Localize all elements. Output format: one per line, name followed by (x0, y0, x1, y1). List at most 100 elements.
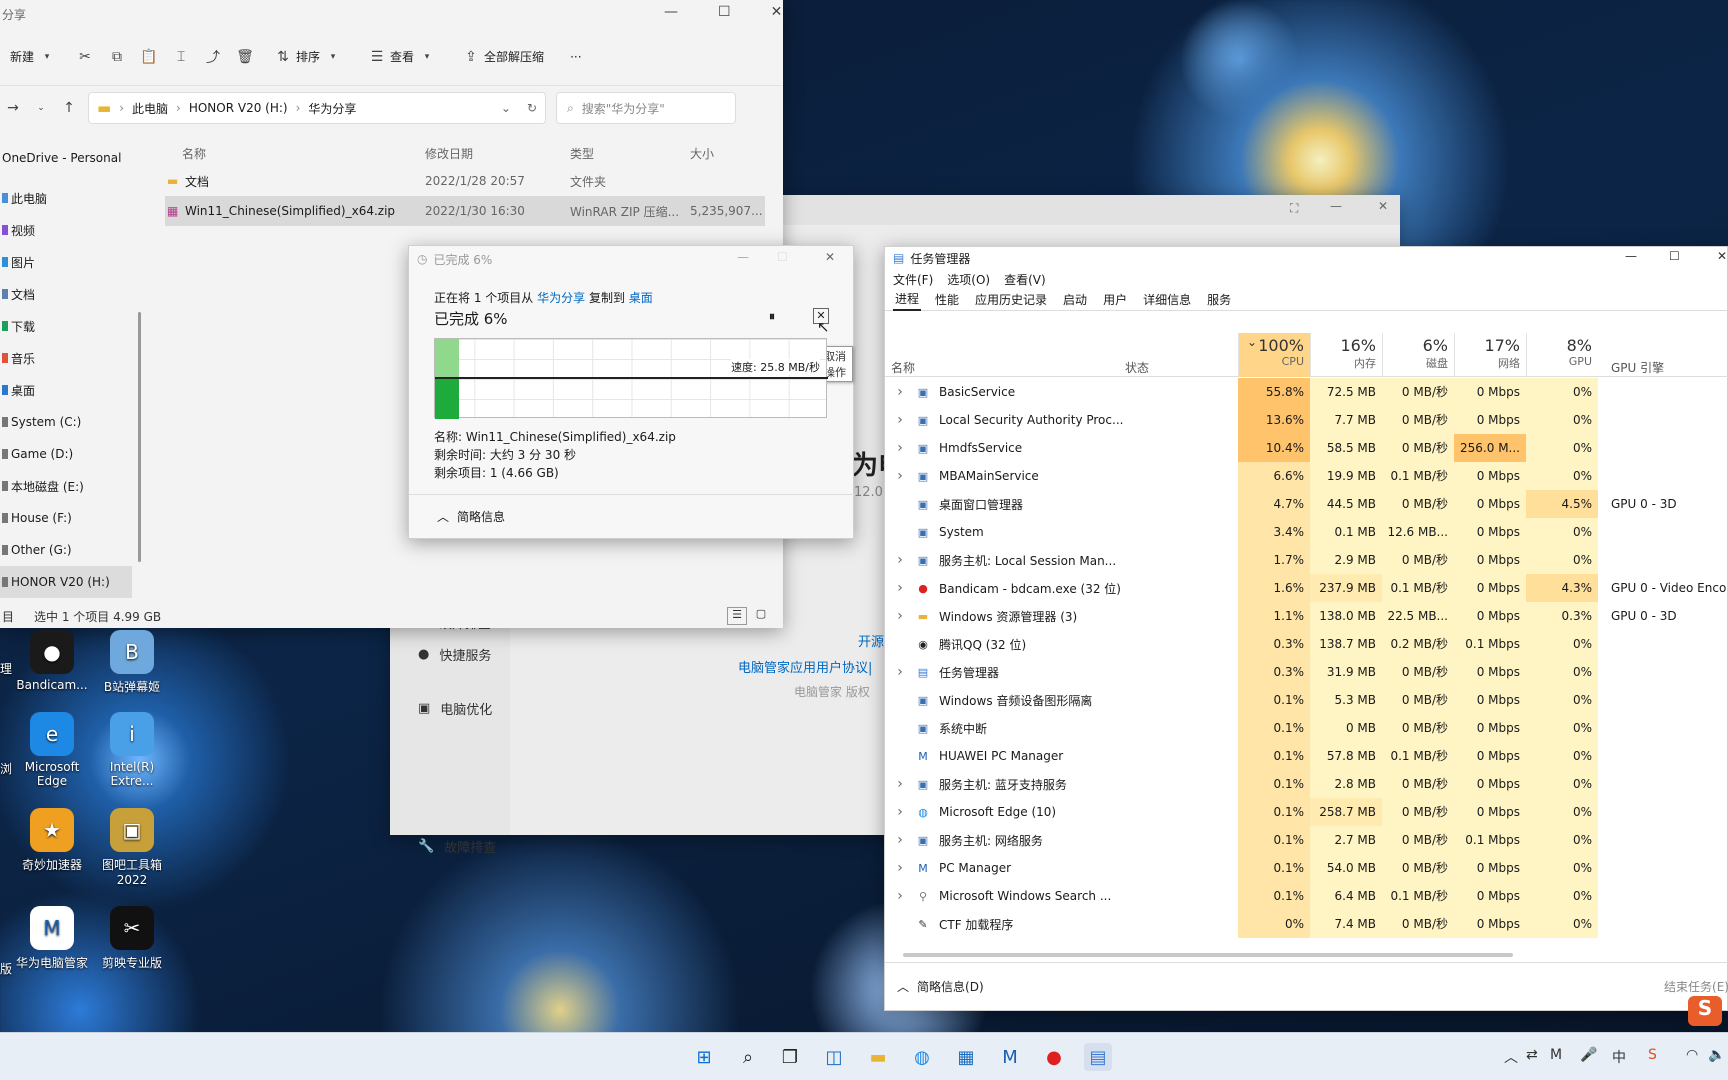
tab-2[interactable]: 应用历史记录 (973, 289, 1049, 311)
start-icon[interactable]: ⊞ (690, 1043, 718, 1071)
task-view-icon[interactable]: ❐ (776, 1043, 804, 1071)
minimize-icon[interactable]: — (1625, 249, 1637, 263)
sort-button[interactable]: ⇅ 排序 ▾ (268, 44, 348, 70)
process-row[interactable]: › ▣ HmdfsService 10.4% 58.5 MB 0 MB/秒 256.0 M.… (885, 434, 1728, 462)
chevron-down-icon[interactable]: ⌄ (501, 101, 511, 115)
sogou-icon[interactable]: S (1648, 1047, 1657, 1063)
nav-item[interactable]: HONOR V20 (H:) (0, 566, 132, 598)
volume-icon[interactable]: 🔈 (1708, 1047, 1725, 1063)
breadcrumb-drive[interactable]: HONOR V20 (H:) (189, 101, 288, 115)
expand-chevron-icon[interactable]: › (885, 776, 915, 792)
expand-chevron-icon[interactable]: › (885, 468, 915, 484)
desktop-icon[interactable]: B B站弹幕姬 (96, 630, 168, 695)
process-row[interactable]: › M PC Manager 0.1% 54.0 MB 0 MB/秒 0 Mbps 0% (885, 854, 1728, 882)
cut-icon[interactable]: ✂ (76, 48, 94, 66)
pin-icon[interactable]: ⛶ (1290, 201, 1298, 216)
extract-all-button[interactable]: ⇪ 全部解压缩 (456, 44, 550, 70)
ime-icon[interactable]: 中 (1612, 1047, 1626, 1067)
wifi-icon[interactable]: ◠ (1686, 1047, 1698, 1063)
column-size[interactable]: 大小 (690, 145, 765, 162)
tab-5[interactable]: 详细信息 (1141, 289, 1193, 311)
tab-1[interactable]: 性能 (933, 289, 961, 311)
desktop-icon[interactable]: ✂ 剪映专业版 (96, 906, 168, 971)
minimize-icon[interactable]: — (1330, 199, 1342, 213)
nav-item[interactable]: 本地磁盘 (E:) (0, 470, 132, 502)
expand-chevron-icon[interactable]: › (885, 804, 915, 820)
menu-item[interactable]: 选项(O) (947, 271, 990, 288)
column-type[interactable]: 类型 (570, 145, 690, 162)
process-row[interactable]: › ▣ MBAMainService 6.6% 19.9 MB 0.1 MB/秒 0 Mbp… (885, 462, 1728, 490)
open-source-link[interactable]: 开源 (858, 631, 884, 650)
bandicam-icon[interactable]: ● (1040, 1043, 1068, 1071)
expand-chevron-icon[interactable]: › (885, 664, 915, 680)
process-row[interactable]: › ▤ 任务管理器 0.3% 31.9 MB 0 MB/秒 0 Mbps 0% (885, 658, 1728, 686)
expand-chevron-icon[interactable]: › (885, 580, 915, 596)
process-row[interactable]: ▣ 系统中断 0.1% 0 MB 0 MB/秒 0 Mbps 0% (885, 714, 1728, 742)
process-row[interactable]: M HUAWEI PC Manager 0.1% 57.8 MB 0.1 MB/秒 0 M… (885, 742, 1728, 770)
sogou-floating-icon[interactable]: S (1688, 996, 1722, 1026)
desktop-icon[interactable]: M 华为电脑管家 (16, 906, 88, 971)
nav-item[interactable]: 音乐 (0, 342, 132, 374)
close-icon[interactable]: ✕ (771, 4, 783, 20)
expand-chevron-icon[interactable]: › (885, 832, 915, 848)
delete-icon[interactable]: 🗑 (236, 48, 254, 66)
process-row[interactable]: › ▣ 服务主机: Local Session Man... 1.7% 2.9 MB 0 … (885, 546, 1728, 574)
copy-icon[interactable]: ⧉ (108, 48, 126, 66)
end-task-button[interactable]: 结束任务(E) (1664, 978, 1728, 995)
paste-icon[interactable]: 📋 (140, 48, 158, 66)
tray-pc-manager-icon[interactable]: M (1550, 1047, 1562, 1063)
details-view-icon[interactable]: ☰ (727, 607, 747, 625)
user-agreement-link[interactable]: 电脑管家应用用户协议| (738, 657, 872, 676)
store-icon[interactable]: ▦ (952, 1043, 980, 1071)
nav-item[interactable]: Game (D:) (0, 438, 132, 470)
nav-item[interactable]: 视频 (0, 214, 132, 246)
horizontal-scrollbar[interactable] (903, 953, 1513, 957)
expand-chevron-icon[interactable]: › (885, 888, 915, 904)
nav-item[interactable]: 图片 (0, 246, 132, 278)
edge-icon[interactable]: ◍ (908, 1043, 936, 1071)
pc-manager-icon[interactable]: M (996, 1043, 1024, 1071)
maximize-icon[interactable]: ☐ (1669, 249, 1680, 263)
nav-item[interactable]: System (C:) (0, 406, 132, 438)
close-icon[interactable]: ✕ (1717, 249, 1727, 263)
search-icon[interactable]: ⌕ (734, 1043, 762, 1071)
nav-item[interactable]: 文档 (0, 278, 132, 310)
tray-chevron-icon[interactable]: ︿ (1504, 1047, 1518, 1067)
tab-0[interactable]: 进程 (893, 289, 922, 311)
history-chevron-icon[interactable]: ⌄ (32, 99, 50, 117)
column-name[interactable]: 名称 (891, 359, 915, 376)
nav-scrollbar[interactable] (138, 312, 141, 562)
search-input[interactable]: ⌕ 搜索"华为分享" (556, 92, 736, 124)
tab-3[interactable]: 启动 (1061, 289, 1089, 311)
process-row[interactable]: › ▣ BasicService 55.8% 72.5 MB 0 MB/秒 0 Mbps 0% (885, 378, 1728, 406)
share-icon[interactable]: ⤴ (204, 48, 222, 66)
process-row[interactable]: ◉ 腾讯QQ (32 位) 0.3% 138.7 MB 0.2 MB/秒 0.1 Mbps… (885, 630, 1728, 658)
nav-item[interactable]: 下载 (0, 310, 132, 342)
expand-chevron-icon[interactable]: › (885, 552, 915, 568)
tiles-view-icon[interactable]: ▢ (751, 607, 771, 625)
fewer-details-button[interactable]: 简略信息(D) (917, 978, 984, 995)
column-metric[interactable]: 17% 网络 (1454, 333, 1526, 377)
column-gpu-engine[interactable]: GPU 引擎 (1611, 359, 1664, 376)
process-row[interactable]: ▣ Windows 音频设备图形隔离 0.1% 5.3 MB 0 MB/秒 0 Mbps 0… (885, 686, 1728, 714)
nav-item[interactable]: OneDrive - Personal (0, 142, 132, 174)
expand-chevron-icon[interactable]: › (885, 608, 915, 624)
expand-chevron-icon[interactable]: › (885, 860, 915, 876)
menu-item[interactable]: 查看(V) (1004, 271, 1046, 288)
process-row[interactable]: › ● Bandicam - bdcam.exe (32 位) 1.6% 237.9 M… (885, 574, 1728, 602)
refresh-icon[interactable]: ↻ (527, 101, 537, 115)
tab-4[interactable]: 用户 (1101, 289, 1129, 311)
menu-item[interactable]: 文件(F) (893, 271, 933, 288)
minimize-icon[interactable]: — (737, 250, 749, 264)
desktop-icon[interactable]: e Microsoft Edge (16, 712, 88, 788)
column-date[interactable]: 修改日期 (425, 145, 570, 162)
breadcrumb-this-pc[interactable]: 此电脑 (132, 100, 168, 117)
pause-button[interactable]: ⏸ (769, 309, 775, 324)
expand-chevron-icon[interactable]: › (885, 384, 915, 400)
desktop-icon[interactable]: ▣ 图吧工具箱 2022 (96, 808, 168, 887)
menu-optimize[interactable]: ▣ 电脑优化 (418, 699, 492, 718)
process-row[interactable]: ▣ 桌面窗口管理器 4.7% 44.5 MB 0 MB/秒 0 Mbps 4.5% GPU 0… (885, 490, 1728, 518)
process-row[interactable]: › ▣ 服务主机: 蓝牙支持服务 0.1% 2.8 MB 0 MB/秒 0 Mbps 0% (885, 770, 1728, 798)
nav-item[interactable]: 桌面 (0, 374, 132, 406)
column-name[interactable]: 名称 (165, 145, 425, 162)
